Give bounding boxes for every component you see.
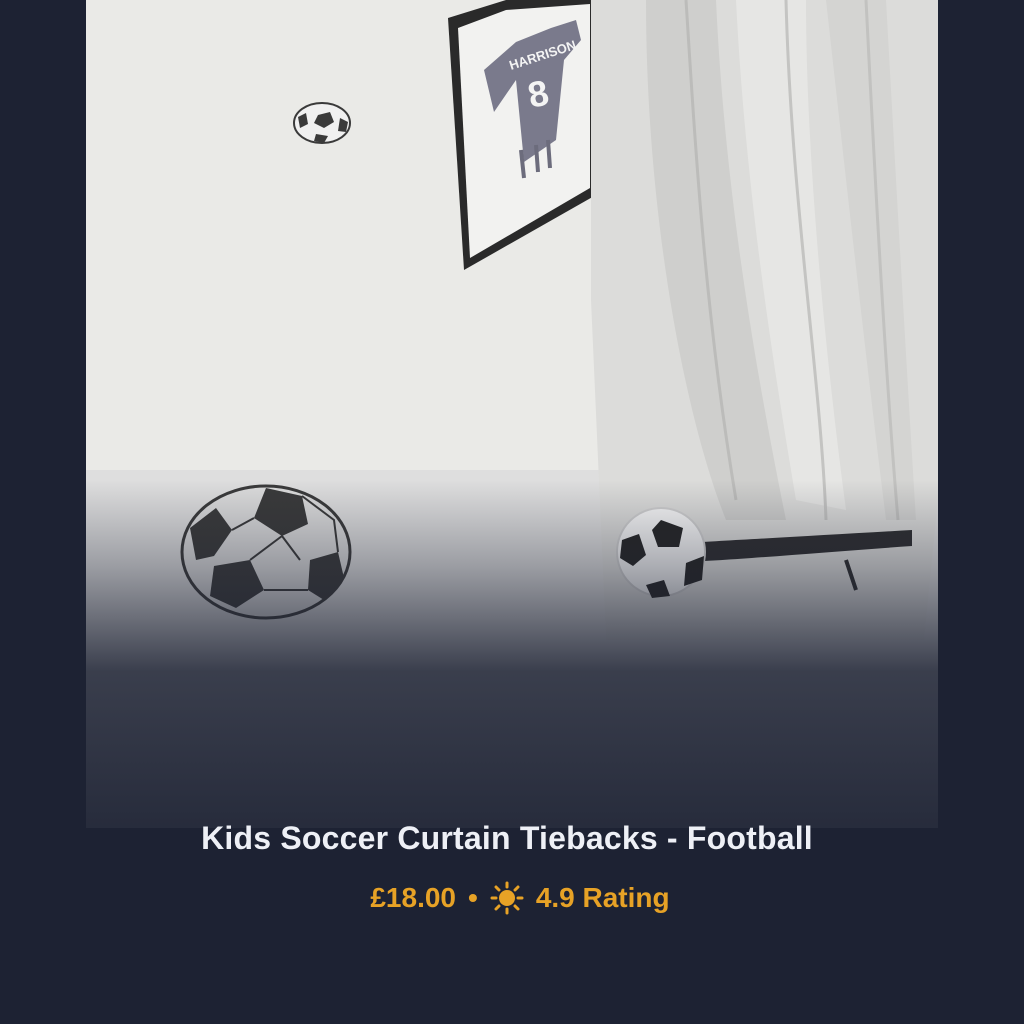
wall-decal-small-ball [293,102,351,144]
product-meta: £18.00 • 4.9 Rating [0,881,1024,915]
separator-dot: • [468,882,478,913]
product-rating: 4.9 Rating [535,882,670,913]
product-price: £18.00 [370,882,456,913]
product-title[interactable]: Kids Soccer Curtain Tiebacks - Football [0,820,1014,857]
product-card[interactable]: HARRISON 8 Kids Soccer Curtain Tiebacks … [0,0,1024,1024]
sun-icon [490,881,524,915]
image-fade-overlay [86,480,938,828]
product-image[interactable]: HARRISON 8 [86,0,938,828]
